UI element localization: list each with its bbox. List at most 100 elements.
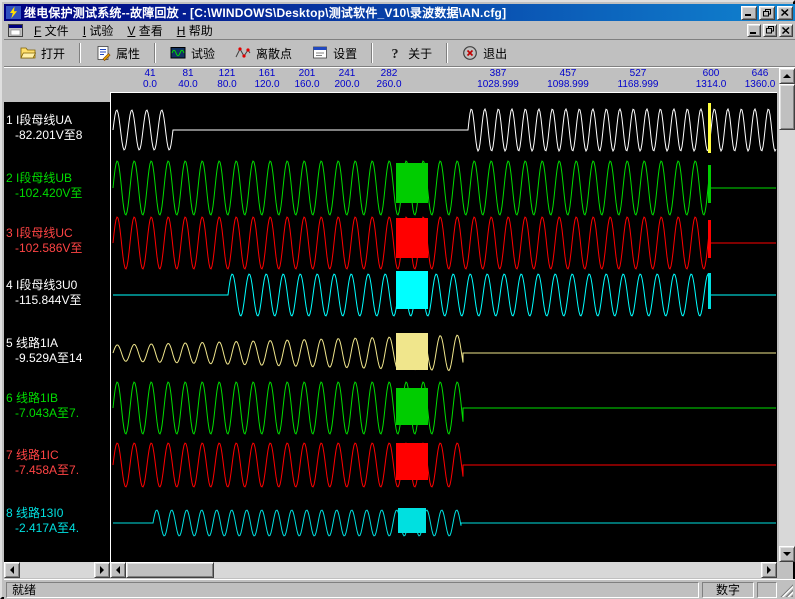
waveform-trace-6	[113, 382, 776, 434]
channel-name: 6 线路1IB	[6, 391, 110, 406]
channel-name: 4 I段母线3U0	[6, 278, 110, 293]
app-window: 继电保护测试系统--故障回放 - [C:\WINDOWS\Desktop\测试软…	[0, 0, 795, 599]
channel-list: 1 I段母线UA-82.201V至8 2 I段母线UB-102.420V至 3 I段…	[4, 102, 110, 562]
channel-range: -9.529A至14	[6, 351, 110, 366]
minimize-button[interactable]	[741, 6, 757, 20]
exit-icon	[462, 45, 478, 61]
discrete-points-icon	[235, 45, 251, 61]
toolbar-separator	[371, 43, 373, 63]
waveform-trace-4	[113, 274, 776, 316]
cursor-line	[708, 220, 711, 258]
sidebar-scroll-right-button[interactable]	[94, 562, 110, 578]
channel-range: -7.458A至7.	[6, 463, 110, 478]
svg-text:?: ?	[392, 47, 399, 61]
fault-segment-marker[interactable]	[396, 163, 428, 203]
toolbar-button-3[interactable]: 离散点	[225, 41, 302, 65]
fault-segment-marker[interactable]	[396, 218, 428, 258]
channel-name: 1 I段母线UA	[6, 113, 110, 128]
restore-button[interactable]	[759, 6, 775, 20]
scroll-right-button[interactable]	[761, 562, 777, 578]
status-text: 就绪	[6, 582, 699, 598]
menu-item-3[interactable]: H 帮助	[170, 22, 220, 40]
ruler-tick: 3871028.999	[466, 68, 530, 90]
sidebar-scroll-left-button[interactable]	[4, 562, 20, 578]
waveform-trace-7	[113, 443, 776, 487]
ruler-tick: 282260.0	[357, 68, 421, 90]
channel-range: -102.420V至	[6, 186, 110, 201]
fault-segment-marker[interactable]	[398, 508, 426, 533]
channel-name: 3 I段母线UC	[6, 226, 110, 241]
window-title: 继电保护测试系统--故障回放 - [C:\WINDOWS\Desktop\测试软…	[24, 4, 737, 21]
toolbar-button-5[interactable]: ? 关于	[377, 41, 442, 65]
cursor-line	[708, 273, 711, 309]
toolbar-button-2[interactable]: 试验	[160, 41, 225, 65]
fault-segment-marker[interactable]	[396, 388, 428, 425]
channel-label-7[interactable]: 7 线路1IC-7.458A至7.	[6, 448, 110, 478]
channel-range: -102.586V至	[6, 241, 110, 256]
scroll-left-button[interactable]	[110, 562, 126, 578]
toolbar-button-6[interactable]: 退出	[452, 41, 517, 65]
status-bar: 就绪 数字	[4, 579, 795, 599]
channel-label-3[interactable]: 3 I段母线UC-102.586V至	[6, 226, 110, 256]
hscroll-thumb[interactable]	[126, 562, 214, 578]
channel-label-1[interactable]: 1 I段母线UA-82.201V至8	[6, 113, 110, 143]
toolbar-button-0[interactable]: 打开	[10, 41, 75, 65]
menu-item-1[interactable]: I 试验	[76, 22, 121, 40]
waveform-trace-2	[113, 161, 776, 215]
toolbar-button-label: 退出	[483, 45, 507, 62]
channel-range: -115.844V至	[6, 293, 110, 308]
fault-segment-marker[interactable]	[396, 333, 428, 370]
app-icon	[6, 6, 21, 19]
channel-label-6[interactable]: 6 线路1IB-7.043A至7.	[6, 391, 110, 421]
waveform-canvas	[111, 93, 777, 562]
vscroll-thumb[interactable]	[779, 84, 795, 130]
status-extra-panel	[757, 582, 777, 598]
channel-name: 2 I段母线UB	[6, 171, 110, 186]
channel-label-2[interactable]: 2 I段母线UB-102.420V至	[6, 171, 110, 201]
waveform-trace-1	[113, 109, 776, 151]
about-icon: ?	[387, 45, 403, 61]
menu-item-2[interactable]: V 查看	[120, 22, 169, 40]
resize-grip[interactable]	[780, 584, 793, 597]
channel-label-4[interactable]: 4 I段母线3U0-115.844V至	[6, 278, 110, 308]
channel-label-8[interactable]: 8 线路13I0-2.417A至4.	[6, 506, 110, 536]
vscroll-track[interactable]	[779, 68, 795, 562]
fault-segment-marker[interactable]	[396, 443, 428, 480]
ruler-tick: 5271168.999	[606, 68, 670, 90]
toolbar-button-label: 属性	[116, 45, 140, 62]
toolbar-button-label: 打开	[41, 45, 65, 62]
channel-name: 5 线路1IA	[6, 336, 110, 351]
scroll-down-button[interactable]	[779, 546, 795, 562]
channel-range: -7.043A至7.	[6, 406, 110, 421]
time-ruler: 410.08140.012180.0161120.0201160.0241200…	[110, 68, 777, 92]
channel-label-5[interactable]: 5 线路1IA-9.529A至14	[6, 336, 110, 366]
toolbar-button-4[interactable]: 设置	[302, 41, 367, 65]
waveform-trace-3	[113, 217, 776, 269]
channel-name: 8 线路13I0	[6, 506, 110, 521]
channel-name: 7 线路1IC	[6, 448, 110, 463]
toolbar: 打开 属性 试验 离散点设置? 关于 退出	[4, 40, 795, 67]
waveform-plot[interactable]	[110, 92, 777, 562]
menu-bar: F 文件I 试验V 查看H 帮助	[4, 21, 795, 40]
fault-segment-marker[interactable]	[396, 271, 428, 309]
child-restore-button[interactable]	[763, 24, 777, 37]
document-window-icon[interactable]	[8, 24, 23, 37]
scroll-up-button[interactable]	[779, 68, 795, 84]
channel-range: -82.201V至8	[6, 128, 110, 143]
child-close-button[interactable]	[779, 24, 793, 37]
toolbar-button-1[interactable]: 属性	[85, 41, 150, 65]
settings-icon	[312, 45, 328, 61]
test-icon	[170, 45, 186, 61]
cursor-line	[708, 103, 711, 153]
child-minimize-button[interactable]	[747, 24, 761, 37]
toolbar-separator	[79, 43, 81, 63]
title-bar: 继电保护测试系统--故障回放 - [C:\WINDOWS\Desktop\测试软…	[4, 4, 795, 21]
waveform-trace-5	[113, 335, 776, 370]
channel-range: -2.417A至4.	[6, 521, 110, 536]
close-button[interactable]	[777, 6, 793, 20]
menu-item-0[interactable]: F 文件	[27, 22, 76, 40]
cursor-line	[708, 165, 711, 203]
toolbar-separator	[154, 43, 156, 63]
toolbar-button-label: 关于	[408, 45, 432, 62]
toolbar-button-label: 离散点	[256, 45, 292, 62]
